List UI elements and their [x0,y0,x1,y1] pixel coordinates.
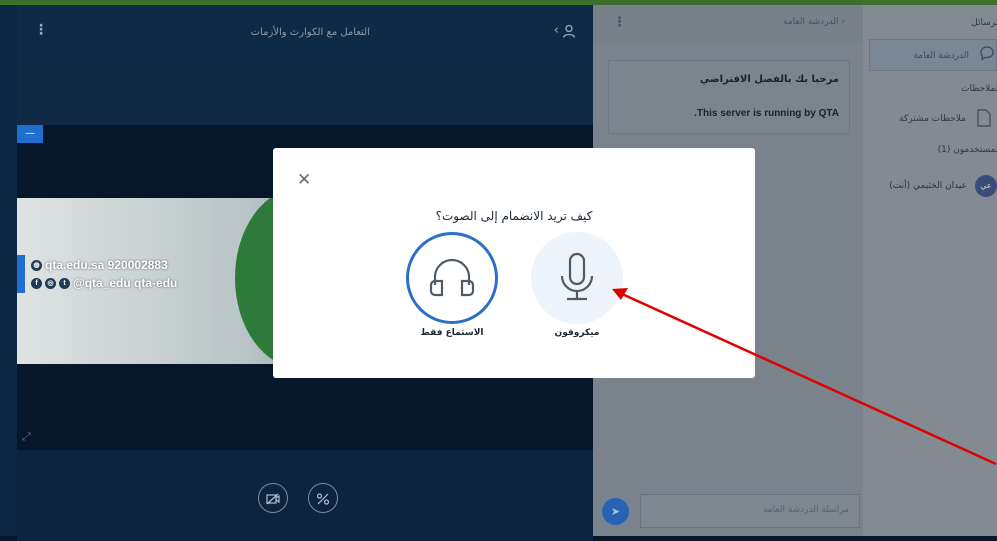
annotation-arrow [612,288,997,466]
